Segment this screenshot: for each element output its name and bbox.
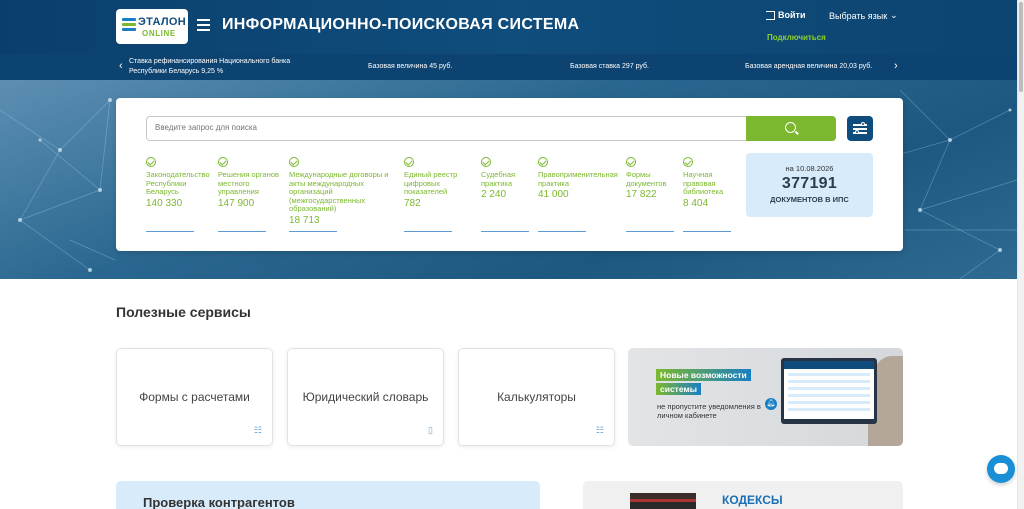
check-circle-icon	[218, 157, 228, 167]
scrollbar[interactable]	[1017, 0, 1024, 509]
category-label: Научная правовая библиотека	[683, 170, 724, 197]
ticker-item: Ставка рефинансирования Национального ба…	[129, 58, 291, 75]
check-circle-icon	[146, 157, 156, 167]
counter-value: 377191	[781, 175, 838, 192]
category-item[interactable]: Решения органов местного управления 147 …	[218, 157, 284, 209]
bell-icon: 🔔︎	[765, 398, 777, 410]
books-image	[630, 493, 696, 509]
connect-link[interactable]: Подключиться	[767, 33, 826, 42]
category-item[interactable]: Единый реестр цифровых показателей 782	[404, 157, 474, 209]
category-label: Международные договоры и акты международ…	[289, 170, 389, 214]
sliders-icon	[861, 122, 865, 126]
ticker-item: Базовая арендная величина 20,03 руб.	[745, 63, 873, 70]
counter-label: ДОКУМЕНТОВ В ИПС	[770, 195, 849, 204]
category-label: Судебная практика	[481, 170, 516, 188]
service-label: Юридический словарь	[302, 390, 429, 404]
documents-counter: на 10.08.2026 377191 ДОКУМЕНТОВ В ИПС	[746, 153, 873, 217]
login-button[interactable]: Войти	[766, 10, 805, 20]
category-underline	[289, 231, 337, 232]
ticker-item: Базовая ставка 297 руб.	[570, 63, 649, 70]
login-icon	[766, 10, 775, 20]
card-title: Проверка контрагентов	[143, 495, 295, 509]
category-underline	[481, 231, 529, 232]
check-circle-icon	[289, 157, 299, 167]
card-title: КОДЕКСЫ	[722, 493, 783, 507]
chevron-left-icon[interactable]: ‹	[119, 60, 123, 72]
category-item[interactable]: Законодательство Республики Беларусь 140…	[146, 157, 214, 209]
logo-mark-icon	[122, 18, 136, 33]
etalon-logo[interactable]: ЭТАЛОН ONLINE	[116, 9, 188, 44]
language-select[interactable]: Выбрать язык ⌄	[829, 10, 898, 21]
chevron-down-icon: ⌄	[890, 10, 898, 20]
search-icon	[785, 122, 796, 133]
language-label: Выбрать язык	[829, 10, 888, 21]
ticker-item: Базовая величина 45 руб.	[368, 63, 453, 70]
check-circle-icon	[481, 157, 491, 167]
promo-text: не пропустите уведомления в личном кабин…	[657, 402, 761, 420]
monitor-image	[781, 358, 877, 424]
check-circle-icon	[683, 157, 693, 167]
category-label: Правоприменительная практика	[538, 170, 618, 188]
category-underline	[218, 231, 266, 232]
check-circle-icon	[538, 157, 548, 167]
category-underline	[683, 231, 731, 232]
category-label: Формы документов	[626, 170, 667, 188]
category-underline	[404, 231, 452, 232]
chat-button[interactable]	[987, 455, 1015, 483]
logo-text-main: ЭТАЛОН	[138, 16, 186, 28]
services-title: Полезные сервисы	[116, 304, 251, 320]
category-underline	[538, 231, 586, 232]
info-ticker: ‹ Ставка рефинансирования Национального …	[0, 54, 1017, 80]
service-card-forms[interactable]: Формы с расчетами ☷	[116, 348, 273, 446]
chat-bubble-icon	[994, 463, 1008, 474]
login-label: Войти	[778, 10, 806, 20]
category-item[interactable]: Формы документов 17 822	[626, 157, 674, 200]
check-circle-icon	[404, 157, 414, 167]
page: ЭТАЛОН ONLINE ИНФОРМАЦИОННО-ПОИСКОВАЯ СИ…	[0, 0, 1024, 509]
scrollbar-thumb[interactable]	[1019, 2, 1023, 92]
category-count: 41 000	[538, 189, 569, 201]
filter-button[interactable]	[847, 116, 873, 141]
promo-heading: Новые возможности	[656, 369, 751, 381]
menu-icon[interactable]	[197, 19, 210, 34]
chevron-right-icon[interactable]: ›	[894, 60, 898, 72]
service-label: Калькуляторы	[497, 390, 576, 404]
logo-text-sub: ONLINE	[142, 29, 176, 38]
category-count: 140 330	[146, 197, 183, 209]
service-card-dictionary[interactable]: Юридический словарь ▯	[287, 348, 444, 446]
search-input[interactable]	[155, 123, 735, 132]
category-underline	[146, 231, 194, 232]
category-label: Единый реестр цифровых показателей	[404, 170, 458, 197]
category-count: 782	[404, 197, 421, 209]
counter-date: на 10.08.2026	[785, 164, 834, 173]
search-field[interactable]	[146, 116, 836, 141]
codes-card[interactable]: КОДЕКСЫ	[583, 481, 903, 509]
counterparty-check-card[interactable]: Проверка контрагентов	[116, 481, 540, 509]
category-underline	[626, 231, 674, 232]
top-header: ЭТАЛОН ONLINE ИНФОРМАЦИОННО-ПОИСКОВАЯ СИ…	[0, 0, 1017, 54]
list-icon: ☷	[253, 425, 262, 435]
book-icon: ▯	[428, 425, 433, 435]
category-count: 8 404	[683, 197, 709, 209]
check-circle-icon	[626, 157, 636, 167]
category-count: 17 822	[626, 189, 657, 201]
service-card-calculators[interactable]: Калькуляторы ☷	[458, 348, 615, 446]
category-count: 18 713	[289, 214, 320, 226]
search-button[interactable]	[746, 116, 836, 141]
site-title: ИНФОРМАЦИОННО-ПОИСКОВАЯ СИСТЕМА	[222, 16, 580, 33]
category-count: 147 900	[218, 197, 255, 209]
promo-heading-2: системы	[656, 383, 702, 395]
category-count: 2 240	[481, 189, 507, 201]
category-item[interactable]: Международные договоры и акты международ…	[289, 157, 397, 226]
service-label: Формы с расчетами	[139, 390, 250, 404]
category-label: Законодательство Республики Беларусь	[146, 170, 210, 197]
category-item[interactable]: Судебная практика 2 240	[481, 157, 527, 200]
category-label: Решения органов местного управления	[218, 170, 279, 197]
promo-banner[interactable]: Новые возможности системы не пропустите …	[628, 348, 903, 446]
list-icon: ☷	[595, 425, 604, 435]
category-item[interactable]: Научная правовая библиотека 8 404	[683, 157, 733, 209]
category-item[interactable]: Правоприменительная практика 41 000	[538, 157, 622, 200]
